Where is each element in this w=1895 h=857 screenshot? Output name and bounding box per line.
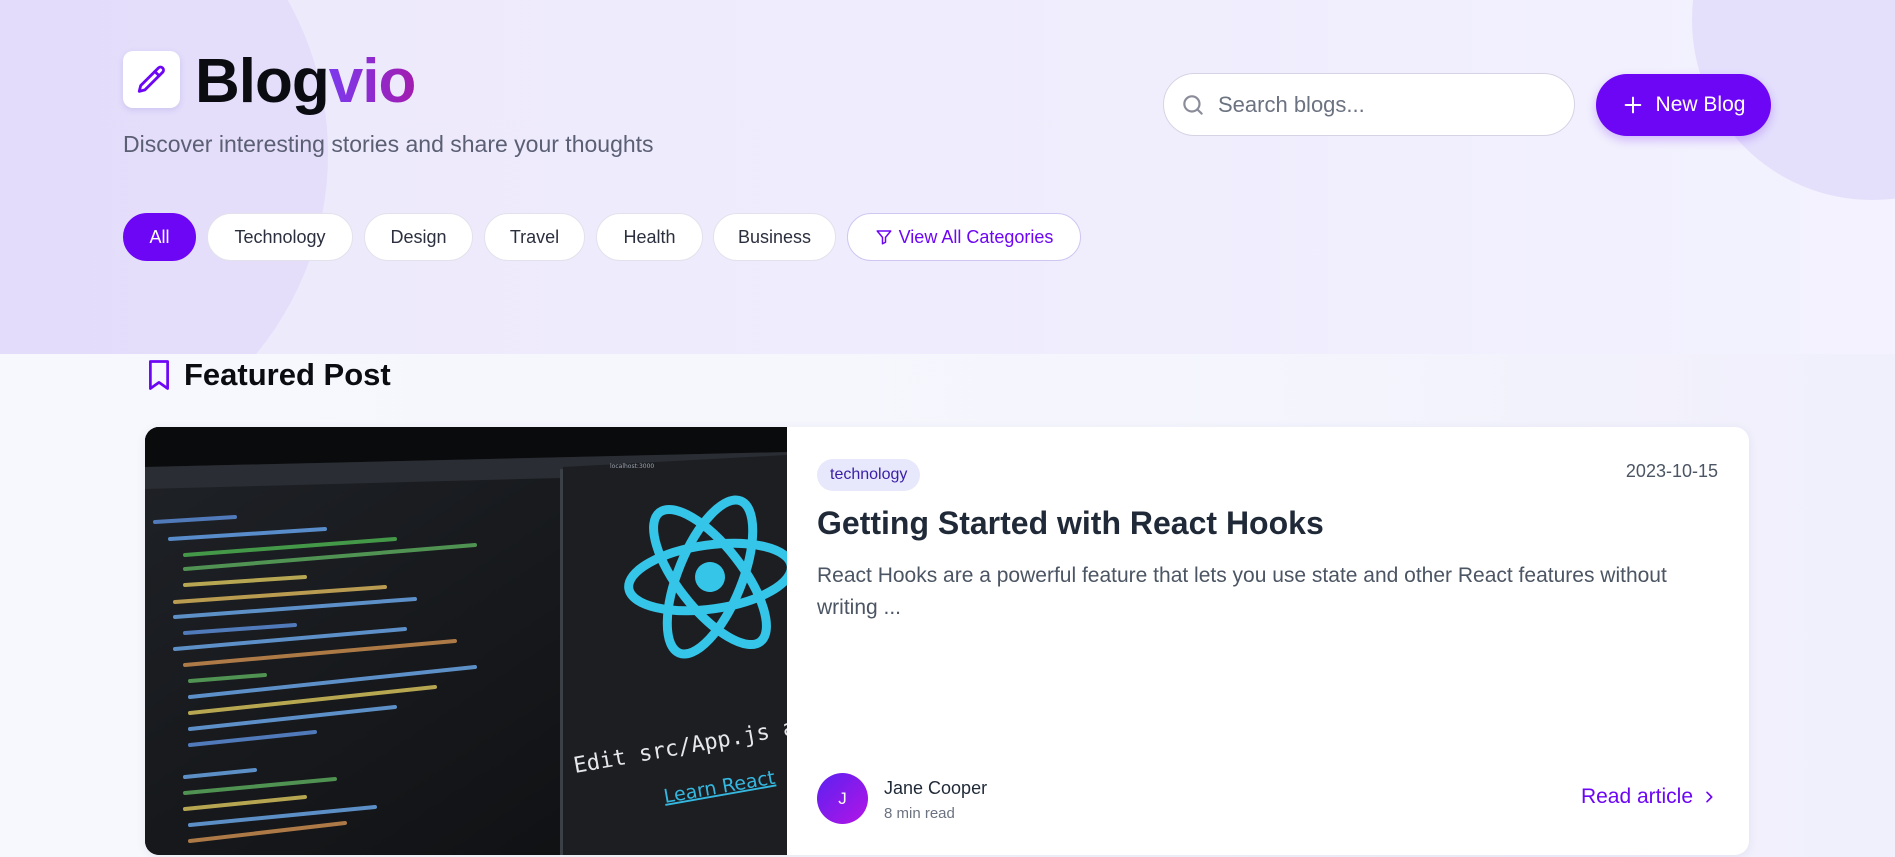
new-blog-label: New Blog [1655, 93, 1746, 116]
view-all-label: View All Categories [898, 226, 1054, 247]
category-badge[interactable]: technology [817, 459, 921, 491]
read-article-link[interactable]: Read article [1581, 785, 1717, 809]
read-article-label: Read article [1580, 785, 1693, 808]
filter-icon [876, 230, 892, 245]
author-name: Jane Cooper [884, 778, 988, 798]
author-avatar: J [817, 773, 868, 824]
post-title[interactable]: Getting Started with React Hooks [817, 505, 1324, 542]
hero-header: Blogvio Discover interesting stories and… [0, 0, 1895, 354]
category-chip-all[interactable]: All [123, 213, 196, 261]
pen-icon [137, 65, 165, 93]
code-editor-photo: Edit src/App.js and save to reload. Lear… [145, 427, 1033, 855]
category-chip-technology[interactable]: Technology [207, 213, 353, 261]
logo-icon[interactable] [123, 51, 180, 108]
new-blog-button[interactable]: New Blog [1596, 74, 1771, 136]
search-icon [1183, 94, 1203, 115]
search-box[interactable] [1163, 73, 1575, 136]
category-chip-health[interactable]: Health [596, 213, 703, 261]
brand-name-part2: vio [328, 47, 417, 116]
post-date: 2023-10-15 [1625, 461, 1718, 481]
category-chip-travel[interactable]: Travel [484, 213, 585, 261]
featured-section-header: Featured Post [146, 357, 391, 393]
browser-url-text: localhost:3000 [610, 463, 654, 470]
read-time: 8 min read [884, 805, 955, 822]
bookmark-icon [149, 360, 169, 390]
search-input[interactable] [1218, 91, 1558, 118]
category-chip-design[interactable]: Design [364, 213, 473, 261]
featured-post-card[interactable]: Edit src/App.js and save to reload. Lear… [145, 427, 1749, 855]
brand-logo[interactable]: Blogvio [195, 46, 417, 118]
post-excerpt: React Hooks are a powerful feature that … [817, 564, 1667, 619]
plus-icon [1624, 96, 1641, 114]
view-all-categories-button[interactable]: View All Categories [847, 213, 1081, 261]
tagline: Discover interesting stories and share y… [123, 131, 654, 157]
section-title: Featured Post [184, 357, 391, 392]
brand-name-part1: Blog [195, 47, 330, 116]
featured-post-image[interactable]: Edit src/App.js and save to reload. Lear… [145, 427, 1033, 855]
chevron-right-icon [1706, 791, 1713, 803]
category-chip-business[interactable]: Business [713, 213, 836, 261]
